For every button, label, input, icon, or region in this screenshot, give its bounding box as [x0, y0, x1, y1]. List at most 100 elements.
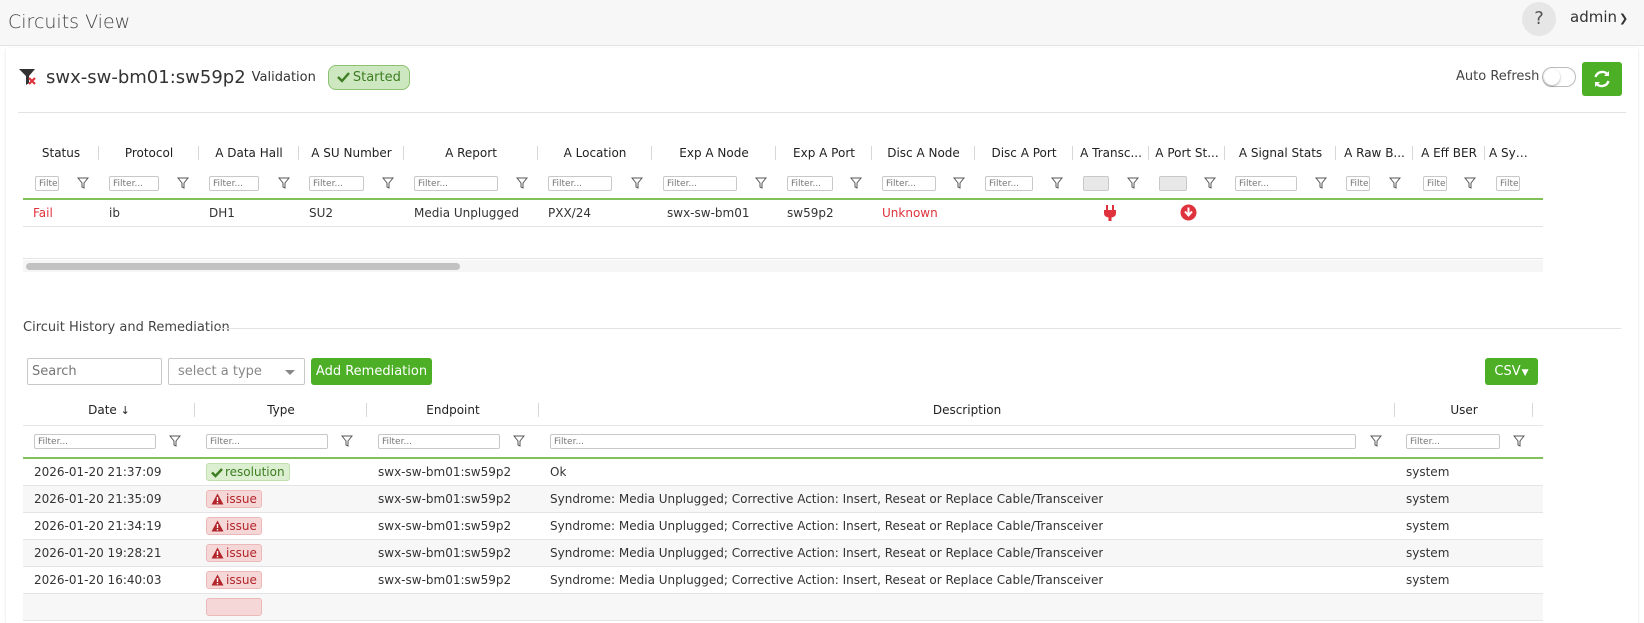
filter-icon[interactable]	[1127, 176, 1139, 190]
cell-exp-port[interactable]: sw59p2	[787, 200, 834, 226]
chevron-down-icon: ❯	[1619, 12, 1629, 25]
filter-icon[interactable]	[516, 176, 528, 190]
col-header-description[interactable]: Description	[539, 395, 1395, 425]
filter-icon[interactable]	[278, 176, 290, 190]
col-header-disc-node[interactable]: Disc A Node	[872, 138, 975, 168]
filter-input-location[interactable]	[548, 176, 612, 191]
col-header-type[interactable]: Type	[195, 395, 367, 425]
cell-status[interactable]: Fail	[33, 200, 53, 226]
filter-input-status[interactable]	[35, 176, 59, 191]
table-row[interactable]: 2026-01-20 16:40:03 issue swx-sw-bm01:sw…	[23, 567, 1543, 594]
table-row[interactable]	[23, 594, 1543, 621]
cell-protocol[interactable]: ib	[109, 200, 120, 226]
cell-type: issue	[206, 567, 262, 593]
filter-icon[interactable]	[77, 176, 89, 190]
filter-icon[interactable]	[953, 176, 965, 190]
filter-input-type[interactable]	[206, 434, 328, 449]
filter-input-protocol[interactable]	[109, 176, 159, 191]
filter-icon[interactable]	[169, 434, 181, 448]
col-header-su-number[interactable]: A SU Number	[299, 138, 404, 168]
filter-icon[interactable]	[1051, 176, 1063, 190]
refresh-button[interactable]	[1582, 62, 1622, 96]
filter-input-signal-stats[interactable]	[1235, 176, 1297, 191]
col-header-report[interactable]: A Report	[404, 138, 538, 168]
filter-icon[interactable]	[1315, 176, 1327, 190]
filter-icon[interactable]	[513, 434, 525, 448]
filter-select-port-state[interactable]	[1159, 176, 1187, 191]
cell-disc-node[interactable]: Unknown	[882, 200, 938, 226]
down-arrow-circle-icon[interactable]	[1180, 200, 1198, 226]
col-header-data-hall[interactable]: A Data Hall	[199, 138, 299, 168]
add-remediation-button[interactable]: Add Remediation	[311, 358, 432, 385]
cell-data-hall[interactable]: DH1	[209, 200, 235, 226]
type-select[interactable]: select a type	[168, 358, 305, 385]
col-header-disc-port[interactable]: Disc A Port	[975, 138, 1073, 168]
col-header-port-state[interactable]: A Port St...	[1149, 138, 1225, 168]
filter-icon[interactable]	[1464, 176, 1476, 190]
filter-input-raw-ber[interactable]	[1346, 176, 1370, 191]
filter-input-description[interactable]	[550, 434, 1356, 449]
csv-button-label: CSV	[1494, 364, 1521, 379]
csv-button[interactable]: CSV▼	[1485, 358, 1538, 385]
filter-icon[interactable]	[1370, 434, 1382, 448]
filter-icon[interactable]	[341, 434, 353, 448]
cell-exp-node[interactable]: swx-sw-bm01	[667, 200, 749, 226]
search-input[interactable]	[27, 358, 162, 385]
scrollbar-thumb[interactable]	[26, 263, 460, 270]
filter-input-user[interactable]	[1406, 434, 1500, 449]
col-header-signal-stats[interactable]: A Signal Stats	[1225, 138, 1336, 168]
filter-input-disc-port[interactable]	[985, 176, 1033, 191]
filter-icon[interactable]	[1389, 176, 1401, 190]
table-row[interactable]: 2026-01-20 19:28:21 issue swx-sw-bm01:sw…	[23, 540, 1543, 567]
filter-input-eff-ber[interactable]	[1423, 176, 1447, 191]
col-header-location[interactable]: A Location	[538, 138, 652, 168]
col-header-exp-node[interactable]: Exp A Node	[652, 138, 776, 168]
cell-report[interactable]: Media Unplugged	[414, 200, 519, 226]
status-badge-label: Started	[352, 69, 401, 85]
filter-select-transceiver[interactable]	[1083, 176, 1109, 191]
col-header-symbol[interactable]: A Symb...	[1485, 138, 1543, 168]
circuit-name: swx-sw-bm01:sw59p2	[46, 66, 246, 88]
col-header-eff-ber[interactable]: A Eff BER	[1413, 138, 1485, 168]
plug-icon[interactable]	[1103, 200, 1119, 226]
filter-input-symbol[interactable]	[1496, 176, 1520, 191]
filter-icon[interactable]	[1204, 176, 1216, 190]
cell-description: Syndrome: Media Unplugged; Corrective Ac…	[550, 519, 1104, 533]
cell-user: system	[1406, 573, 1450, 587]
col-header-date[interactable]: Date ↓	[23, 395, 195, 425]
clear-filter-icon[interactable]	[18, 67, 38, 87]
col-header-raw-ber[interactable]: A Raw B...	[1336, 138, 1413, 168]
col-header-protocol[interactable]: Protocol	[99, 138, 199, 168]
filter-input-data-hall[interactable]	[209, 176, 259, 191]
help-button[interactable]: ?	[1522, 2, 1556, 36]
horizontal-scrollbar[interactable]	[23, 260, 1543, 272]
filter-input-report[interactable]	[414, 176, 498, 191]
col-header-status[interactable]: Status	[23, 138, 99, 168]
filter-icon[interactable]	[755, 176, 767, 190]
cell-su-number[interactable]: SU2	[309, 200, 333, 226]
resolution-badge: resolution	[206, 463, 290, 481]
filter-icon[interactable]	[382, 176, 394, 190]
col-header-transceiver[interactable]: A Transc...	[1073, 138, 1149, 168]
table-row[interactable]: 2026-01-20 21:35:09 issue swx-sw-bm01:sw…	[23, 486, 1543, 513]
col-header-exp-port[interactable]: Exp A Port	[776, 138, 872, 168]
filter-input-su-number[interactable]	[309, 176, 364, 191]
table-row[interactable]: 2026-01-20 21:34:19 issue swx-sw-bm01:sw…	[23, 513, 1543, 540]
filter-input-date[interactable]	[34, 434, 156, 449]
user-menu[interactable]: admin ❯	[1570, 8, 1628, 26]
filter-input-exp-node[interactable]	[663, 176, 737, 191]
auto-refresh-toggle[interactable]	[1542, 67, 1576, 87]
col-header-user[interactable]: User	[1395, 395, 1533, 425]
top-bar: Circuits View ? admin ❯	[0, 0, 1644, 46]
filter-icon[interactable]	[1513, 434, 1525, 448]
table-row[interactable]: 2026-01-20 21:37:09 resolution swx-sw-bm…	[23, 459, 1543, 486]
cell-location[interactable]: PXX/24	[548, 200, 591, 226]
filter-input-exp-port[interactable]	[787, 176, 833, 191]
filter-icon[interactable]	[850, 176, 862, 190]
filter-input-endpoint[interactable]	[378, 434, 500, 449]
filter-icon[interactable]	[631, 176, 643, 190]
filter-icon[interactable]	[177, 176, 189, 190]
filter-input-disc-node[interactable]	[882, 176, 936, 191]
col-header-endpoint[interactable]: Endpoint	[367, 395, 539, 425]
issue-badge: issue	[206, 490, 262, 508]
